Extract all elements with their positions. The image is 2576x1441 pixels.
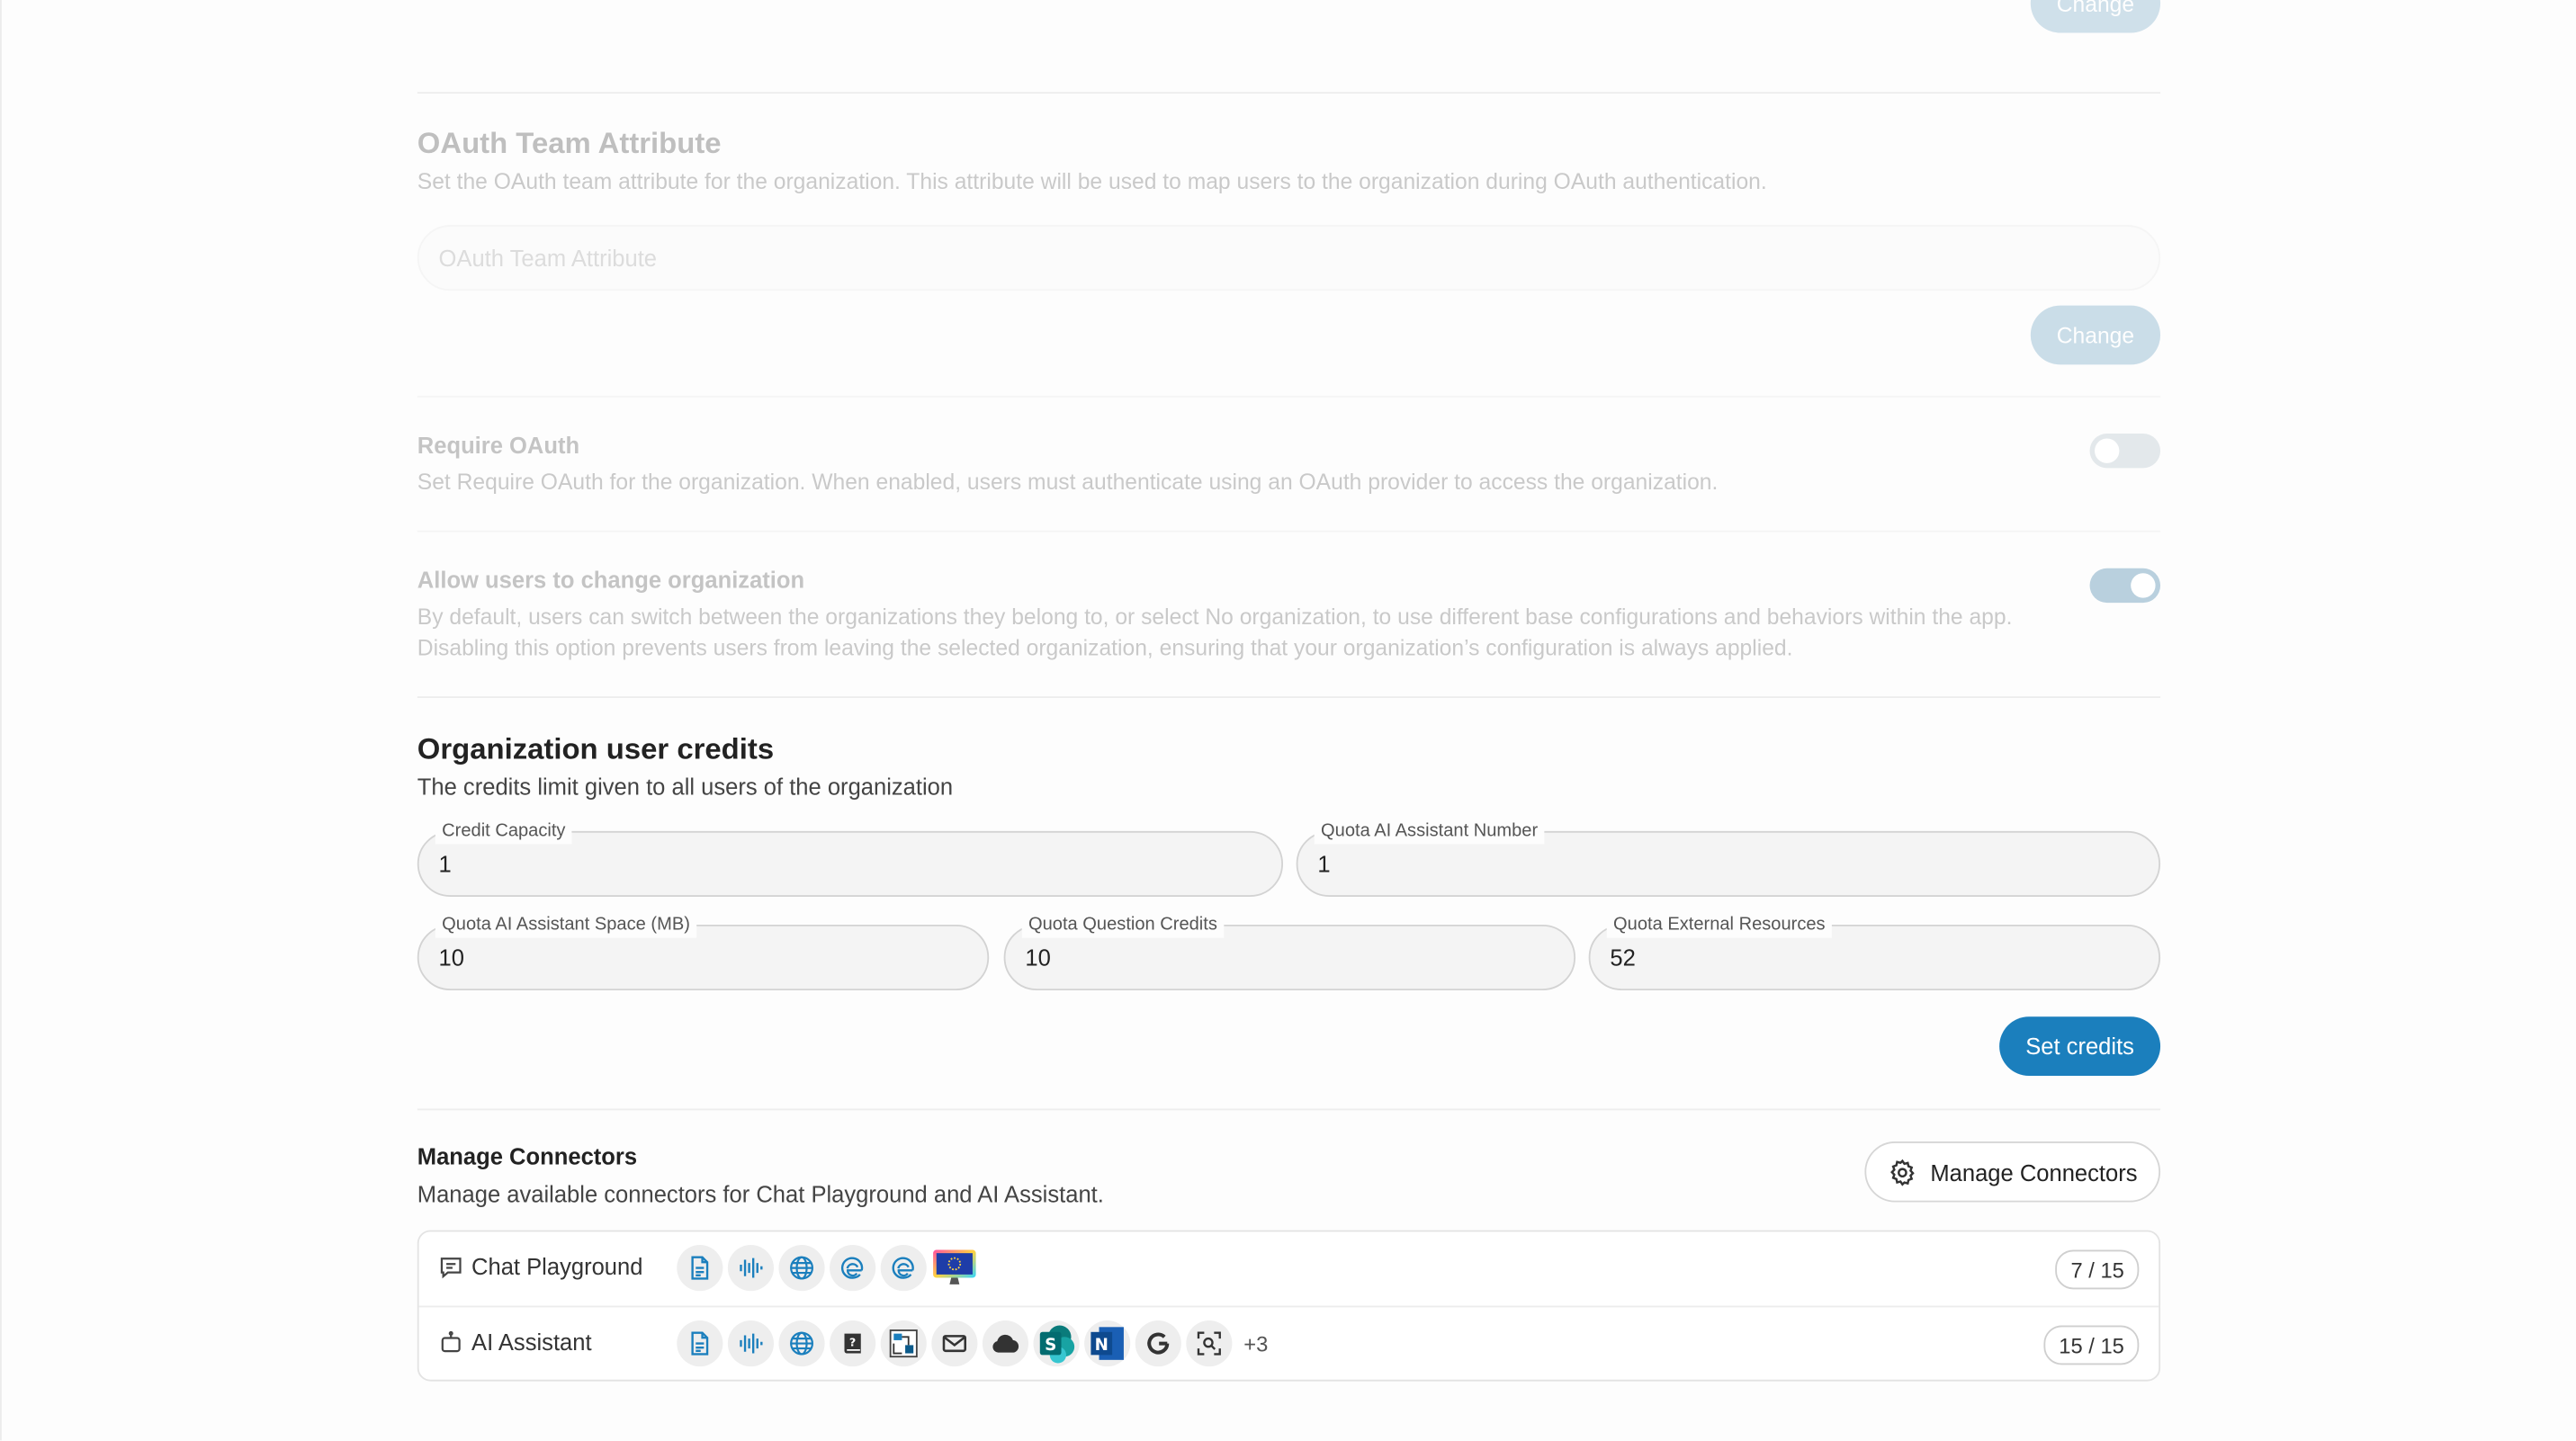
oauth-team-title: OAuth Team Attribute — [417, 126, 722, 160]
connectors-subtitle: Manage available connectors for Chat Pla… — [417, 1180, 1104, 1208]
diagram-icon[interactable] — [880, 1320, 927, 1367]
change-button-top[interactable]: Change — [2030, 0, 2161, 33]
require-oauth-title: Require OAuth — [417, 432, 580, 459]
allow-change-org-title: Allow users to change organization — [417, 566, 805, 594]
credit-capacity-field[interactable]: Credit Capacity 1 — [417, 818, 1284, 897]
globe-icon[interactable] — [778, 1245, 825, 1292]
scan-icon[interactable] — [1186, 1320, 1233, 1367]
left-border — [0, 0, 2, 1441]
quota-ai-assistant-number-label: Quota AI Assistant Number — [1314, 818, 1545, 845]
quota-ai-assistant-number-value: 1 — [1317, 850, 1331, 878]
ai-assistant-label-group: AI Assistant — [439, 1329, 592, 1355]
ai-assistant-label: AI Assistant — [471, 1329, 592, 1356]
chat-playground-icons — [677, 1245, 977, 1292]
quota-ai-assistant-space-label: Quota AI Assistant Space (MB) — [435, 911, 697, 938]
document-icon[interactable] — [677, 1245, 723, 1292]
toggle-knob — [2131, 573, 2156, 598]
manage-connectors-button[interactable]: Manage Connectors — [1864, 1141, 2161, 1203]
toggle-knob — [2095, 438, 2120, 463]
cloud-icon[interactable] — [982, 1320, 1029, 1367]
gear-icon — [1889, 1158, 1915, 1186]
quota-question-credits-label: Quota Question Credits — [1021, 911, 1225, 938]
quota-question-credits-value: 10 — [1025, 944, 1051, 971]
svg-text:N: N — [1095, 1336, 1108, 1355]
quota-external-resources-label: Quota External Resources — [1606, 911, 1832, 938]
quota-ai-assistant-number-field[interactable]: Quota AI Assistant Number 1 — [1296, 818, 2161, 897]
credit-capacity-label: Credit Capacity — [435, 818, 572, 845]
svg-text:S: S — [1045, 1336, 1056, 1355]
oauth-team-input-placeholder: OAuth Team Attribute — [438, 245, 658, 272]
divider — [417, 396, 2161, 398]
divider — [417, 92, 2161, 94]
connectors-table: Chat Playground 7 / 15 AI Assistant ? S … — [417, 1230, 2161, 1382]
google-icon[interactable] — [1135, 1320, 1181, 1367]
settings-page: Change OAuth Team Attribute Set the OAut… — [0, 0, 2576, 1441]
audio-wave-icon[interactable] — [727, 1320, 774, 1367]
oauth-team-input[interactable]: OAuth Team Attribute — [417, 225, 2161, 291]
svg-text:?: ? — [849, 1336, 856, 1349]
chat-playground-count: 7 / 15 — [2056, 1249, 2140, 1290]
chat-playground-label-group: Chat Playground — [439, 1253, 643, 1280]
audio-wave-icon[interactable] — [727, 1245, 774, 1292]
quota-question-credits-field[interactable]: Quota Question Credits 10 — [1003, 911, 1576, 991]
oauth-team-change-button[interactable]: Change — [2030, 305, 2161, 365]
mail-icon[interactable] — [931, 1320, 978, 1367]
globe-icon[interactable] — [778, 1320, 825, 1367]
manage-connectors-label: Manage Connectors — [1930, 1159, 2138, 1186]
require-oauth-toggle[interactable] — [2089, 434, 2161, 469]
ai-assistant-icons: ? S N +3 — [677, 1320, 1268, 1367]
chat-playground-label: Chat Playground — [471, 1253, 643, 1280]
connectors-title: Manage Connectors — [417, 1142, 638, 1170]
more-connectors[interactable]: +3 — [1243, 1331, 1268, 1356]
allow-change-org-toggle[interactable] — [2089, 568, 2161, 604]
oauth-team-description: Set the OAuth team attribute for the org… — [417, 169, 1767, 194]
oauth-team-change-label: Change — [2056, 322, 2135, 348]
divider — [417, 1108, 2161, 1111]
credit-capacity-value: 1 — [438, 850, 452, 878]
document-icon[interactable] — [677, 1320, 723, 1367]
robot-icon — [441, 1330, 461, 1352]
edge-icon[interactable] — [880, 1245, 927, 1292]
ai-assistant-count: 15 / 15 — [2043, 1325, 2140, 1365]
connector-row-chat-playground: Chat Playground 7 / 15 — [418, 1231, 2159, 1308]
chat-icon — [440, 1257, 462, 1278]
credits-title: Organization user credits — [417, 732, 775, 765]
credits-subtitle: The credits limit given to all users of … — [417, 773, 954, 801]
monitor-icon[interactable] — [931, 1245, 977, 1291]
set-credits-button[interactable]: Set credits — [1999, 1016, 2161, 1076]
help-book-icon[interactable]: ? — [830, 1320, 876, 1367]
set-credits-label: Set credits — [2025, 1033, 2134, 1060]
quota-external-resources-value: 52 — [1610, 944, 1636, 971]
divider — [417, 530, 2161, 533]
divider — [417, 696, 2161, 699]
connector-row-ai-assistant: AI Assistant ? S N +3 15 / 15 — [419, 1307, 2159, 1381]
require-oauth-description: Set Require OAuth for the organization. … — [417, 470, 1719, 495]
onenote-icon[interactable]: N — [1084, 1320, 1131, 1367]
quota-ai-assistant-space-field[interactable]: Quota AI Assistant Space (MB) 10 — [417, 911, 990, 991]
change-button-top-label: Change — [2056, 0, 2135, 16]
allow-change-org-description: By default, users can switch between the… — [417, 604, 2013, 661]
sharepoint-icon[interactable]: S — [1033, 1320, 1080, 1367]
quota-ai-assistant-space-value: 10 — [438, 944, 464, 971]
edge-icon[interactable] — [830, 1245, 876, 1292]
quota-external-resources-field[interactable]: Quota External Resources 52 — [1588, 911, 2161, 991]
